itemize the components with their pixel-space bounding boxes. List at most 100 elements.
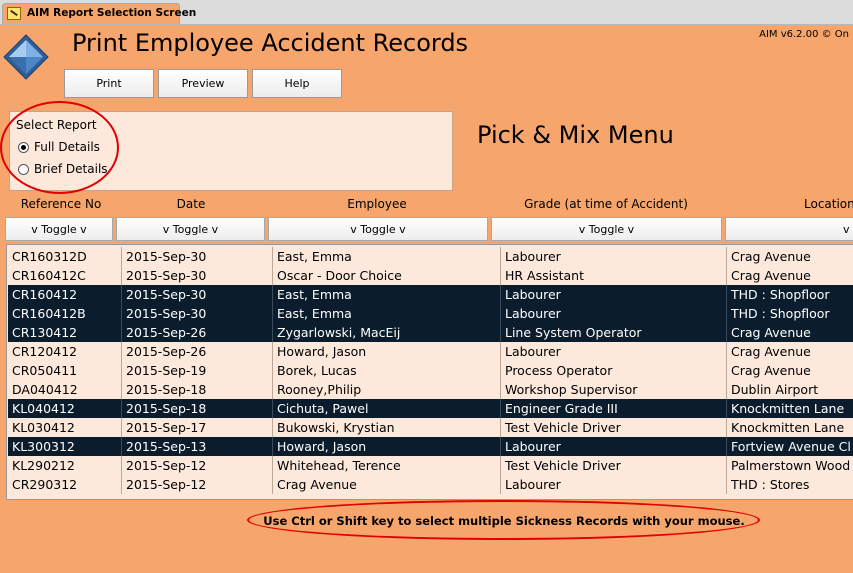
toggle-grade-button[interactable]: v Toggle v [491, 217, 722, 241]
cell-employee: Crag Avenue [273, 475, 501, 494]
cell-employee: Rooney,Philip [273, 380, 501, 399]
cell-location: Knockmitten Lane [727, 399, 853, 418]
cell-date: 2015-Sep-19 [122, 361, 273, 380]
cell-date: 2015-Sep-18 [122, 380, 273, 399]
table-row[interactable]: CR290312 2015-Sep-12 Crag Avenue Labourer TH… [8, 475, 853, 494]
cell-location: Crag Avenue [727, 247, 853, 266]
cell-reference-no: DA040412 [8, 380, 122, 399]
cell-date: 2015-Sep-13 [122, 437, 273, 456]
table-row[interactable]: KL040412 2015-Sep-18 Cichuta, Pawel Enginee… [8, 399, 853, 418]
cell-reference-no: CR120412 [8, 342, 122, 361]
cell-employee: East, Emma [273, 304, 501, 323]
toggle-location-button[interactable]: v Toggle v [725, 217, 853, 241]
cell-reference-no: KL300312 [8, 437, 122, 456]
table-row[interactable]: KL290212 2015-Sep-12 Whitehead, Terence Tes… [8, 456, 853, 475]
table-row[interactable]: KL030412 2015-Sep-17 Bukowski, Krystian Tes… [8, 418, 853, 437]
table-row[interactable]: CR120412 2015-Sep-26 Howard, Jason Labourer… [8, 342, 853, 361]
cell-employee: Oscar - Door Choice [273, 266, 501, 285]
cell-reference-no: CR160412B [8, 304, 122, 323]
radio-full-details[interactable]: Full Details [18, 140, 100, 154]
cell-grade: Labourer [501, 285, 727, 304]
cell-grade: Line System Operator [501, 323, 727, 342]
radio-brief-details-control[interactable] [18, 163, 29, 175]
column-header-date: Date [176, 197, 206, 211]
cell-location: Crag Avenue [727, 323, 853, 342]
radio-brief-details[interactable]: Brief Details [18, 162, 108, 176]
cell-employee: Howard, Jason [273, 437, 501, 456]
cell-date: 2015-Sep-30 [122, 247, 273, 266]
select-report-panel: Select Report Full Details Brief Details [9, 111, 453, 191]
toggle-employee-button[interactable]: v Toggle v [268, 217, 488, 241]
cell-grade: Test Vehicle Driver [501, 418, 727, 437]
cell-location: Crag Avenue [727, 266, 853, 285]
cell-location: Crag Avenue [727, 361, 853, 380]
cell-location: THD : Shopfloor [727, 285, 853, 304]
radio-full-details-control[interactable] [18, 141, 29, 153]
cell-grade: Workshop Supervisor [501, 380, 727, 399]
table-row[interactable]: CR160412B 2015-Sep-30 East, Emma Labourer TH… [8, 304, 853, 323]
cell-employee: East, Emma [273, 247, 501, 266]
cell-date: 2015-Sep-12 [122, 456, 273, 475]
radio-brief-details-label: Brief Details [34, 162, 108, 176]
column-header-reference-no: Reference No [20, 197, 102, 211]
table-row[interactable]: KL300312 2015-Sep-13 Howard, Jason Labourer… [8, 437, 853, 456]
tab-label: AIM Report Selection Screen [27, 7, 197, 19]
cell-reference-no: CR160412 [8, 285, 122, 304]
cell-employee: Borek, Lucas [273, 361, 501, 380]
tab-aim-report-selection[interactable]: AIM Report Selection Screen [2, 3, 196, 24]
cell-date: 2015-Sep-17 [122, 418, 273, 437]
cell-reference-no: CR290312 [8, 475, 122, 494]
records-list[interactable]: CR160312D 2015-Sep-30 East, Emma Labourer Cr… [6, 244, 853, 500]
cell-location: Dublin Airport [727, 380, 853, 399]
column-header-grade: Grade (at time of Accident) [524, 197, 688, 211]
cell-date: 2015-Sep-30 [122, 266, 273, 285]
cell-date: 2015-Sep-26 [122, 323, 273, 342]
select-report-label: Select Report [16, 118, 97, 132]
page-title: Print Employee Accident Records [72, 29, 469, 57]
cell-date: 2015-Sep-26 [122, 342, 273, 361]
cell-location: Fortview Avenue Cl [727, 437, 853, 456]
toggle-reference-no-button[interactable]: v Toggle v [5, 217, 113, 241]
cell-grade: HR Assistant [501, 266, 727, 285]
toggle-date-button[interactable]: v Toggle v [116, 217, 265, 241]
cell-employee: Zygarlowski, MacEij [273, 323, 501, 342]
table-row[interactable]: CR130412 2015-Sep-26 Zygarlowski, MacEij Li… [8, 323, 853, 342]
cell-grade: Process Operator [501, 361, 727, 380]
cell-grade: Labourer [501, 247, 727, 266]
cell-employee: Howard, Jason [273, 342, 501, 361]
cell-date: 2015-Sep-30 [122, 285, 273, 304]
form-icon [7, 7, 21, 20]
multi-select-hint: Use Ctrl or Shift key to select multiple… [263, 514, 745, 528]
preview-button[interactable]: Preview [158, 69, 248, 98]
cell-location: Crag Avenue [727, 342, 853, 361]
cell-employee: Whitehead, Terence [273, 456, 501, 475]
cell-reference-no: CR050411 [8, 361, 122, 380]
table-row[interactable]: DA040412 2015-Sep-18 Rooney,Philip Workshop… [8, 380, 853, 399]
help-button[interactable]: Help [252, 69, 342, 98]
version-label: AIM v6.2.00 © On [759, 29, 849, 40]
cell-employee: East, Emma [273, 285, 501, 304]
cell-employee: Bukowski, Krystian [273, 418, 501, 437]
cell-date: 2015-Sep-30 [122, 304, 273, 323]
cell-reference-no: CR160412C [8, 266, 122, 285]
cell-location: THD : Shopfloor [727, 304, 853, 323]
aim-diamond-logo-icon [3, 34, 49, 80]
cell-employee: Cichuta, Pawel [273, 399, 501, 418]
print-button[interactable]: Print [64, 69, 154, 98]
cell-reference-no: CR160312D [8, 247, 122, 266]
cell-reference-no: CR130412 [8, 323, 122, 342]
cell-reference-no: KL290212 [8, 456, 122, 475]
cell-grade: Labourer [501, 475, 727, 494]
table-row[interactable]: CR160412C 2015-Sep-30 Oscar - Door Choice H… [8, 266, 853, 285]
table-row[interactable]: CR050411 2015-Sep-19 Borek, Lucas Process O… [8, 361, 853, 380]
cell-grade: Labourer [501, 342, 727, 361]
cell-grade: Labourer [501, 304, 727, 323]
column-header-employee: Employee [347, 197, 407, 211]
cell-date: 2015-Sep-12 [122, 475, 273, 494]
pick-mix-menu-title: Pick & Mix Menu [477, 121, 674, 149]
cell-location: Palmerstown Wood [727, 456, 853, 475]
cell-location: Knockmitten Lane [727, 418, 853, 437]
table-row[interactable]: CR160312D 2015-Sep-30 East, Emma Labourer Cr… [8, 247, 853, 266]
cell-reference-no: KL040412 [8, 399, 122, 418]
table-row[interactable]: CR160412 2015-Sep-30 East, Emma Labourer THD… [8, 285, 853, 304]
